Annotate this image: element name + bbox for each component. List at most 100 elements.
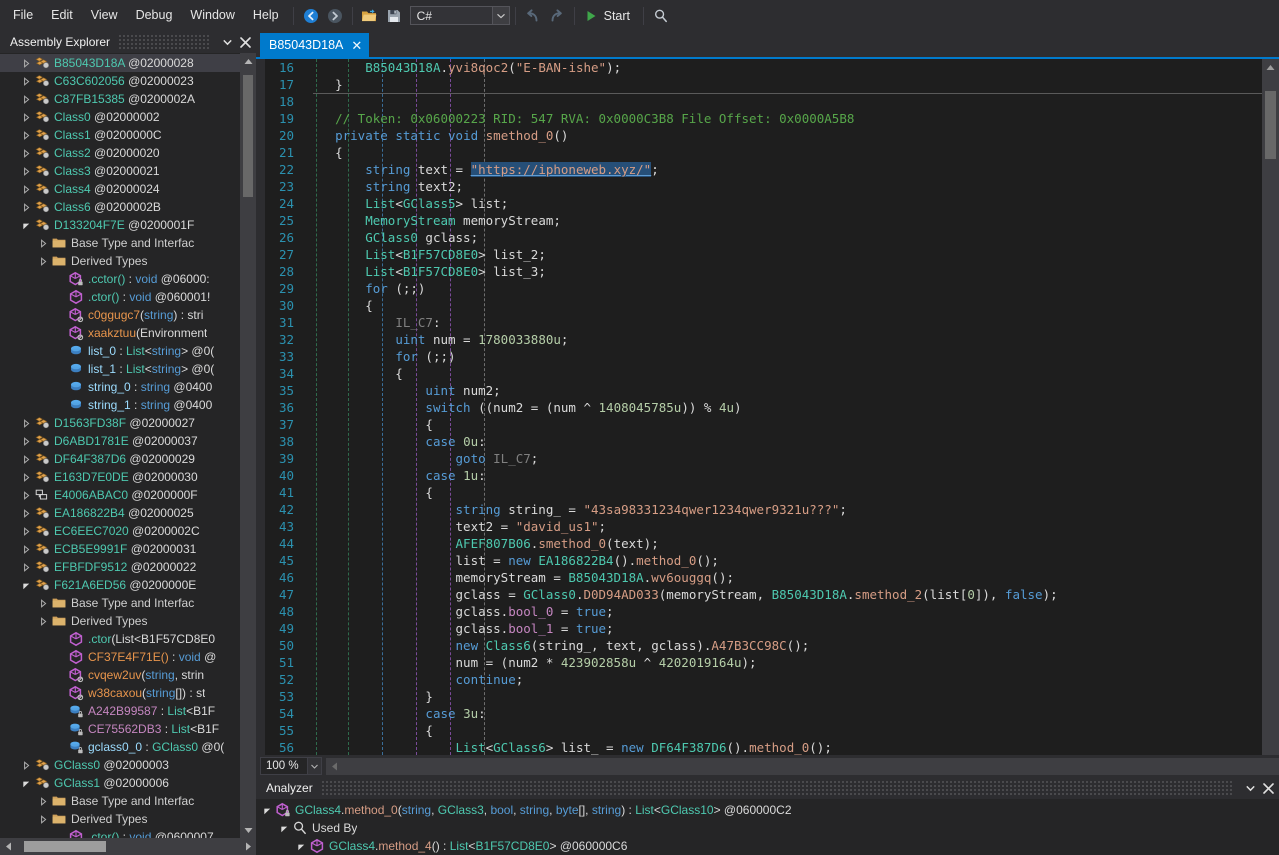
collapse-arrow-icon[interactable] [21,562,32,573]
scroll-right-icon[interactable] [240,838,256,854]
tree-node[interactable]: D133204F7E @0200001F [0,216,240,234]
collapse-arrow-icon[interactable] [21,94,32,105]
tree-node[interactable]: Class6 @0200002B [0,198,240,216]
collapse-arrow-icon[interactable] [38,616,49,627]
collapse-arrow-icon[interactable] [21,112,32,123]
chevron-down-icon[interactable] [491,7,509,24]
analyzer-node[interactable]: GClass4.method_0(string, GClass3, bool, … [256,801,1279,819]
menu-debug[interactable]: Debug [127,4,182,27]
editor-horizontal-scrollbar[interactable] [326,757,1279,775]
collapse-arrow-icon[interactable] [21,454,32,465]
close-icon[interactable]: ✕ [351,39,362,52]
tree-node[interactable]: gclass0_0 : GClass0 @0( [0,738,240,756]
expand-arrow-icon[interactable] [21,580,32,591]
collapse-arrow-icon[interactable] [38,598,49,609]
redo-icon[interactable] [545,5,569,27]
menu-window[interactable]: Window [181,4,243,27]
collapse-arrow-icon[interactable] [21,526,32,537]
tree-node[interactable]: w38caxou(string[]) : st [0,684,240,702]
menu-view[interactable]: View [82,4,127,27]
editor-scroll-thumb[interactable] [1265,91,1276,159]
scroll-left-icon[interactable] [326,758,342,774]
tree-node[interactable]: .ctor(List<B1F57CD8E0 [0,630,240,648]
analyzer-node[interactable]: Used By [256,819,1279,837]
collapse-arrow-icon[interactable] [21,76,32,87]
tree-node[interactable]: Class3 @02000021 [0,162,240,180]
collapse-arrow-icon[interactable] [21,148,32,159]
collapse-arrow-icon[interactable] [21,472,32,483]
close-icon[interactable] [236,33,254,51]
collapse-arrow-icon[interactable] [21,508,32,519]
tree-node[interactable]: Derived Types [0,810,240,828]
tree-node[interactable]: EFBFDF9512 @02000022 [0,558,240,576]
tree-node[interactable]: list_1 : List<string> @0( [0,360,240,378]
tree-node[interactable]: Class1 @0200000C [0,126,240,144]
tree-node[interactable]: list_0 : List<string> @0( [0,342,240,360]
editor-vertical-scrollbar[interactable] [1262,59,1279,755]
collapse-arrow-icon[interactable] [21,418,32,429]
assembly-tree[interactable]: B85043D18A @02000028 C63C602056 @02000023… [0,53,240,838]
tree-node[interactable]: xaakztuu(Environment [0,324,240,342]
search-icon[interactable] [649,5,673,27]
collapse-arrow-icon[interactable] [21,130,32,141]
analyzer-node[interactable]: GClass4.method_4() : List<B1F57CD8E0> @0… [256,837,1279,855]
tree-node[interactable]: CF37E4F71E() : void @ [0,648,240,666]
tree-node[interactable]: Class0 @02000002 [0,108,240,126]
expand-arrow-icon[interactable] [262,805,273,816]
tree-node[interactable]: DF64F387D6 @02000029 [0,450,240,468]
collapse-arrow-icon[interactable] [21,58,32,69]
assembly-tree-scroll-thumb[interactable] [243,75,253,197]
collapse-arrow-icon[interactable] [21,544,32,555]
tree-node[interactable]: Derived Types [0,612,240,630]
expand-arrow-icon[interactable] [296,841,307,852]
tree-node[interactable]: D1563FD38F @02000027 [0,414,240,432]
tree-node[interactable]: .ctor() : void @0600007 [0,828,240,838]
open-folder-icon[interactable] [358,5,382,27]
tree-node[interactable]: Base Type and Interfac [0,594,240,612]
tree-node[interactable]: .ctor() : void @060001! [0,288,240,306]
tree-node[interactable]: Class2 @02000020 [0,144,240,162]
selected-string-literal[interactable]: "https://iphoneweb.xyz/" [470,162,652,177]
save-icon[interactable] [382,5,406,27]
collapse-arrow-icon[interactable] [38,796,49,807]
analyzer-tree[interactable]: GClass4.method_0(string, GClass3, bool, … [256,799,1279,855]
chevron-down-icon[interactable] [307,758,321,774]
collapse-arrow-icon[interactable] [38,814,49,825]
language-combobox[interactable]: C# [409,6,510,25]
tree-node[interactable]: ECB5E9991F @02000031 [0,540,240,558]
scroll-up-icon[interactable] [240,53,256,69]
collapse-arrow-icon[interactable] [21,760,32,771]
tree-node[interactable]: A242B99587 : List<B1F [0,702,240,720]
collapse-arrow-icon[interactable] [21,184,32,195]
expand-arrow-icon[interactable] [279,823,290,834]
collapse-arrow-icon[interactable] [21,436,32,447]
menu-help[interactable]: Help [244,4,288,27]
chevron-down-icon[interactable] [1241,779,1259,797]
back-arrow-icon[interactable] [299,5,323,27]
collapse-arrow-icon[interactable] [38,238,49,249]
collapse-arrow-icon[interactable] [21,490,32,501]
tree-node[interactable]: E4006ABAC0 @0200000F [0,486,240,504]
zoom-combobox[interactable]: 100 % [260,757,322,775]
tree-node[interactable]: c0ggugc7(string) : stri [0,306,240,324]
tree-node[interactable]: F621A6ED56 @0200000E [0,576,240,594]
scroll-up-icon[interactable] [1262,59,1278,75]
expand-arrow-icon[interactable] [21,778,32,789]
assembly-tree-horizontal-scrollbar[interactable] [0,838,256,855]
assembly-tree-vertical-scrollbar[interactable] [240,53,256,838]
assembly-tree-hscroll-thumb[interactable] [24,841,106,852]
tree-node[interactable]: string_0 : string @0400 [0,378,240,396]
scroll-down-icon[interactable] [240,822,256,838]
tree-node[interactable]: Base Type and Interfac [0,792,240,810]
collapse-arrow-icon[interactable] [38,256,49,267]
tree-node[interactable]: .cctor() : void @06000: [0,270,240,288]
tree-node[interactable]: B85043D18A @02000028 [0,54,240,72]
menu-edit[interactable]: Edit [42,4,82,27]
tree-node[interactable]: C63C602056 @02000023 [0,72,240,90]
tree-node[interactable]: cvqew2uv(string, strin [0,666,240,684]
collapse-arrow-icon[interactable] [21,202,32,213]
collapse-arrow-icon[interactable] [21,166,32,177]
tree-node[interactable]: Class4 @02000024 [0,180,240,198]
tree-node[interactable]: D6ABD1781E @02000037 [0,432,240,450]
tree-node[interactable]: CE75562DB3 : List<B1F [0,720,240,738]
